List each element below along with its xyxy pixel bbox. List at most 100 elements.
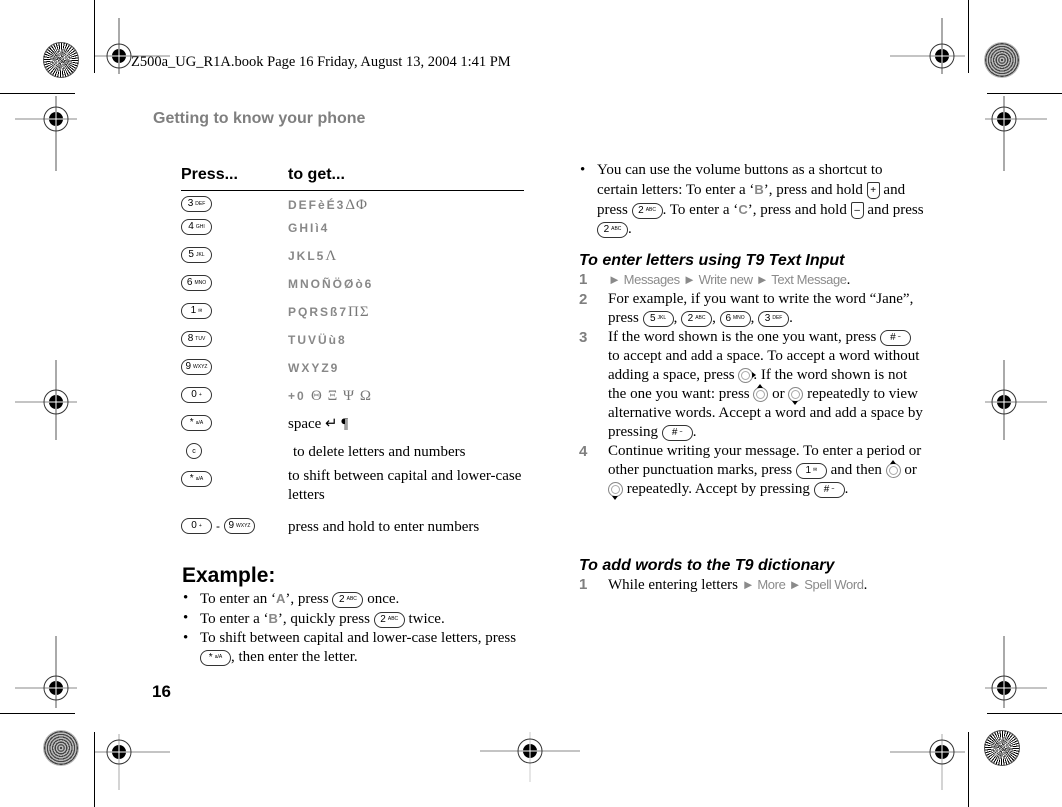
volume-up-icon: + <box>866 182 880 200</box>
key-star-icon: * a/A <box>200 649 231 666</box>
volume-tip: You can use the volume buttons as a shor… <box>579 161 924 239</box>
char-list: GHIì4 <box>288 221 330 235</box>
table-row: * a/A to shift between capital and lower-… <box>181 468 524 518</box>
key-8-icon: 8 TUV <box>181 331 212 347</box>
key-5-icon: 5 JKL <box>181 247 212 263</box>
step-item: 1 While entering letters ► More ► Spell W… <box>579 576 868 593</box>
key-star-icon: * a/A <box>181 471 212 487</box>
color-bar-rosette-icon <box>43 42 79 78</box>
table-row: 8 TUV TUVÜù8 <box>181 331 524 359</box>
row-description: press and hold to enter numbers <box>288 519 480 535</box>
table-header: Press... to get... <box>181 166 524 191</box>
row-description: space ↵ ¶ <box>288 416 349 432</box>
volume-down-icon: – <box>850 202 864 220</box>
crop-line <box>968 732 969 807</box>
nav-right-icon <box>738 368 757 384</box>
char-list: DEFèÉ3ΔΦ <box>288 197 368 213</box>
menu-path: ► More ► Spell Word <box>741 577 864 592</box>
table-row: 9 WXYZ WXYZ9 <box>181 359 524 387</box>
nav-up-icon <box>753 384 769 403</box>
char-list: WXYZ9 <box>288 361 340 375</box>
char-list: JKL5Λ <box>288 248 338 264</box>
table-row: * a/A space ↵ ¶ <box>181 415 524 443</box>
registration-mark-icon <box>480 732 580 782</box>
key-0-icon: 0 + <box>181 518 212 534</box>
nav-up-icon <box>885 460 901 479</box>
crop-line <box>987 713 1062 714</box>
example-list: To enter an ‘A’, press 2ABC once. To ent… <box>182 589 527 667</box>
key-6-icon: 6 MNO <box>719 310 751 327</box>
key-9-icon: 9 WXYZ <box>181 359 212 375</box>
range-dash: - <box>216 519 220 533</box>
char-list: MNOÑÖØò6 <box>288 277 374 291</box>
step-item: 1 ► Messages ► Write new ► Text Message. <box>579 271 851 288</box>
crop-line <box>0 93 75 94</box>
color-bar-rosette-icon <box>43 730 79 766</box>
volume-tip-item: You can use the volume buttons as a shor… <box>579 161 924 239</box>
key-star-icon: * a/A <box>181 415 212 431</box>
registration-mark-icon <box>15 360 77 440</box>
book-slug: Z500a_UG_R1A.book Page 16 Friday, August… <box>131 54 511 70</box>
table-row: 4 GHI GHIì4 <box>181 219 524 247</box>
dictionary-section: To add words to the T9 dictionary 1 While… <box>579 556 924 595</box>
row-description: to delete letters and numbers <box>293 444 466 460</box>
table-row: 5 JKL JKL5Λ <box>181 247 524 275</box>
key-clear-icon: c <box>186 443 202 459</box>
key-5-icon: 5 JKL <box>642 310 674 327</box>
table-row: 0 + +0 Θ Ξ Ψ Ω <box>181 387 524 415</box>
t9-steps: 1 ► Messages ► Write new ► Text Message. … <box>579 270 924 501</box>
char-list: PQRSß7ΠΣ <box>288 304 370 320</box>
example-item: To enter an ‘A’, press 2ABC once. <box>182 589 527 609</box>
example-item: To shift between capital and lower-case … <box>182 629 527 667</box>
t9-section: To enter letters using T9 Text Input 1 ► … <box>579 251 924 501</box>
key-table: Press... to get... 3 DEF DEFèÉ3ΔΦ 4 GHI GH… <box>181 166 524 546</box>
crop-line <box>968 0 969 73</box>
example-heading: Example: <box>182 564 276 587</box>
key-0-icon: 0 + <box>181 387 212 403</box>
key-2-icon: 2 ABC <box>373 611 405 628</box>
key-3-icon: 3 DEF <box>181 196 212 212</box>
registration-mark-icon <box>890 734 965 790</box>
table-row: 0 + -9 WXYZ press and hold to enter numbers <box>181 518 524 546</box>
color-bar-rosette-icon <box>984 42 1020 78</box>
key-hash-icon: # ⌣ <box>880 329 912 346</box>
key-hash-icon: # ⌣ <box>661 424 693 441</box>
table-row: 3 DEF DEFèÉ3ΔΦ <box>181 196 524 219</box>
key-2-icon: 2 ABC <box>631 202 663 219</box>
table-row: 6 MNO MNOÑÖØò6 <box>181 275 524 303</box>
key-2-icon: 2 ABC <box>597 221 628 238</box>
registration-mark-icon <box>95 734 170 790</box>
dictionary-heading: To add words to the T9 dictionary <box>579 557 835 574</box>
registration-mark-icon <box>890 18 965 74</box>
char-list: TUVÜù8 <box>288 333 347 347</box>
crop-line <box>987 93 1062 94</box>
key-3-icon: 3 DEF <box>758 310 790 327</box>
key-2-icon: 2 ABC <box>681 310 713 327</box>
header-press: Press... <box>181 166 238 183</box>
key-hash-icon: # ⌣ <box>813 481 845 498</box>
step-item: 4 Continue writing your message. To enter… <box>579 443 922 501</box>
dictionary-steps: 1 While entering letters ► More ► Spell W… <box>579 575 924 595</box>
row-description: to shift between capital and lower-case … <box>288 468 522 503</box>
key-1-icon: 1 ✉ <box>181 303 212 319</box>
table-row: 1 ✉ PQRSß7ΠΣ <box>181 303 524 331</box>
registration-mark-icon <box>985 636 1047 708</box>
char-list: +0 Θ Ξ Ψ Ω <box>288 388 372 404</box>
t9-heading: To enter letters using T9 Text Input <box>579 252 845 269</box>
key-9-icon: 9 WXYZ <box>224 518 255 534</box>
section-title: Getting to know your phone <box>153 110 366 127</box>
step-item: 2 For example, if you want to write the w… <box>579 291 914 327</box>
page-number: 16 <box>152 682 171 701</box>
nav-down-icon <box>608 482 623 501</box>
registration-mark-icon <box>985 360 1047 440</box>
registration-mark-icon <box>985 96 1047 171</box>
step-item: 3 If the word shown is the one you want, … <box>579 329 923 441</box>
crop-line <box>0 713 75 714</box>
menu-path: ► Messages ► Write new ► Text Message <box>608 272 847 287</box>
color-bar-rosette-icon <box>984 730 1020 766</box>
key-4-icon: 4 GHI <box>181 219 212 235</box>
key-2-icon: 2 ABC <box>332 591 364 608</box>
key-6-icon: 6 MNO <box>181 275 212 291</box>
nav-down-icon <box>788 387 804 406</box>
key-1-icon: 1 ✉ <box>795 462 827 479</box>
